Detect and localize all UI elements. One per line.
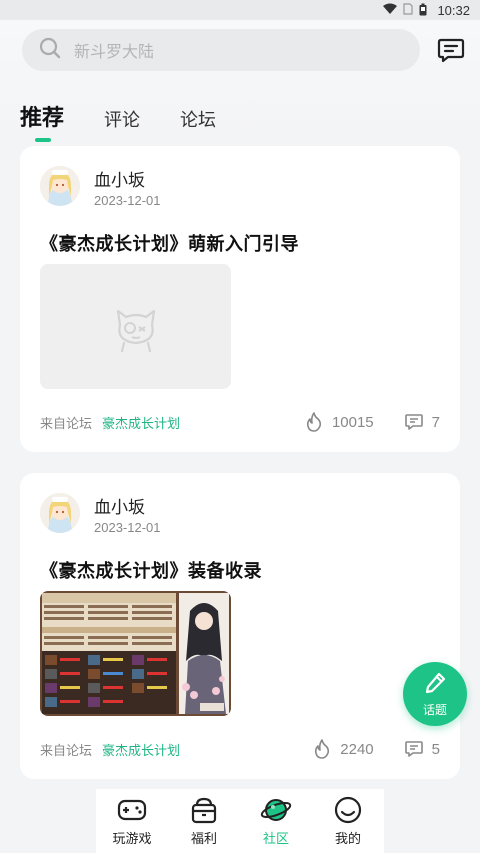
bottom-nav: 玩游戏 福利 社区 我的 [96, 789, 384, 853]
nav-label: 社区 [262, 832, 289, 847]
gift-box-icon [191, 797, 217, 824]
search-bar[interactable]: 新斗罗大陆 [22, 29, 420, 71]
game-screenshot[interactable] [40, 591, 231, 716]
search-icon [38, 36, 62, 64]
fire-icon [315, 739, 330, 759]
views-stat: 10015 [304, 412, 374, 432]
nav-mine[interactable]: 我的 [312, 795, 384, 847]
new-topic-label: 话题 [422, 702, 447, 717]
forum-link[interactable]: 豪杰成长计划 [102, 413, 180, 432]
source-label: 来自论坛 [40, 743, 93, 759]
active-tab-indicator [35, 138, 51, 142]
sim-icon [403, 3, 414, 17]
source-label: 来自论坛 [40, 416, 93, 432]
comments-count: 5 [431, 740, 440, 758]
fire-icon [306, 412, 321, 432]
gamepad-icon [117, 799, 147, 821]
header: 新斗罗大陆 推荐 评论 论坛 [0, 20, 480, 142]
new-topic-button[interactable]: 话题 [403, 662, 467, 726]
tab-comments[interactable]: 评论 [104, 106, 140, 132]
post-date: 2023-12-01 [94, 193, 161, 208]
forum-link[interactable]: 豪杰成长计划 [102, 740, 180, 759]
post-footer: 来自论坛 豪杰成长计划 2240 5 [40, 737, 440, 761]
avatar[interactable] [40, 493, 80, 533]
tab-label: 评论 [104, 110, 141, 131]
placeholder-image[interactable] [40, 264, 231, 389]
search-input[interactable]: 新斗罗大陆 [74, 38, 154, 62]
nav-welfare[interactable]: 福利 [168, 795, 240, 847]
nav-label: 福利 [190, 832, 217, 847]
image-placeholder-icon [116, 309, 155, 352]
views-count: 2240 [340, 740, 374, 758]
post-card[interactable]: 血小坂 2023-12-01 《豪杰成长计划》装备收录 来自论坛 豪杰成长计划 … [20, 473, 460, 779]
comment-icon [404, 414, 423, 430]
comments-stat[interactable]: 7 [404, 412, 440, 432]
post-footer: 来自论坛 豪杰成长计划 10015 7 [40, 410, 440, 434]
equipment-screenshot-image [40, 591, 231, 716]
pen-icon [423, 671, 447, 699]
status-time: 10:32 [437, 2, 470, 18]
message-button[interactable] [437, 36, 465, 64]
comment-icon [404, 741, 423, 757]
tab-label: 论坛 [180, 110, 217, 131]
post-author[interactable]: 血小坂 [94, 493, 145, 518]
avatar[interactable] [40, 166, 80, 206]
comments-stat[interactable]: 5 [404, 739, 440, 759]
post-date: 2023-12-01 [94, 520, 161, 535]
wifi-icon [383, 3, 398, 17]
post-title[interactable]: 《豪杰成长计划》装备收录 [40, 557, 262, 583]
nav-community[interactable]: 社区 [240, 795, 312, 847]
status-bar: 10:32 [0, 0, 480, 20]
message-icon [437, 38, 465, 68]
post-title[interactable]: 《豪杰成长计划》萌新入门引导 [40, 230, 299, 256]
battery-icon [419, 3, 427, 18]
tab-recommend[interactable]: 推荐 [20, 100, 65, 142]
views-stat: 2240 [312, 739, 374, 759]
nav-play-games[interactable]: 玩游戏 [96, 795, 168, 847]
planet-icon [260, 799, 292, 821]
views-count: 10015 [331, 413, 374, 431]
comments-count: 7 [431, 413, 440, 431]
tab-bar: 推荐 评论 论坛 [20, 92, 256, 142]
tab-label: 推荐 [20, 106, 65, 131]
tab-forum[interactable]: 论坛 [180, 106, 216, 132]
smiley-face-icon [334, 796, 362, 824]
nav-label: 玩游戏 [112, 832, 152, 847]
post-card[interactable]: 血小坂 2023-12-01 《豪杰成长计划》萌新入门引导 来自论坛 豪杰成长计… [20, 146, 460, 452]
nav-label: 我的 [334, 832, 361, 847]
post-author[interactable]: 血小坂 [94, 166, 145, 191]
